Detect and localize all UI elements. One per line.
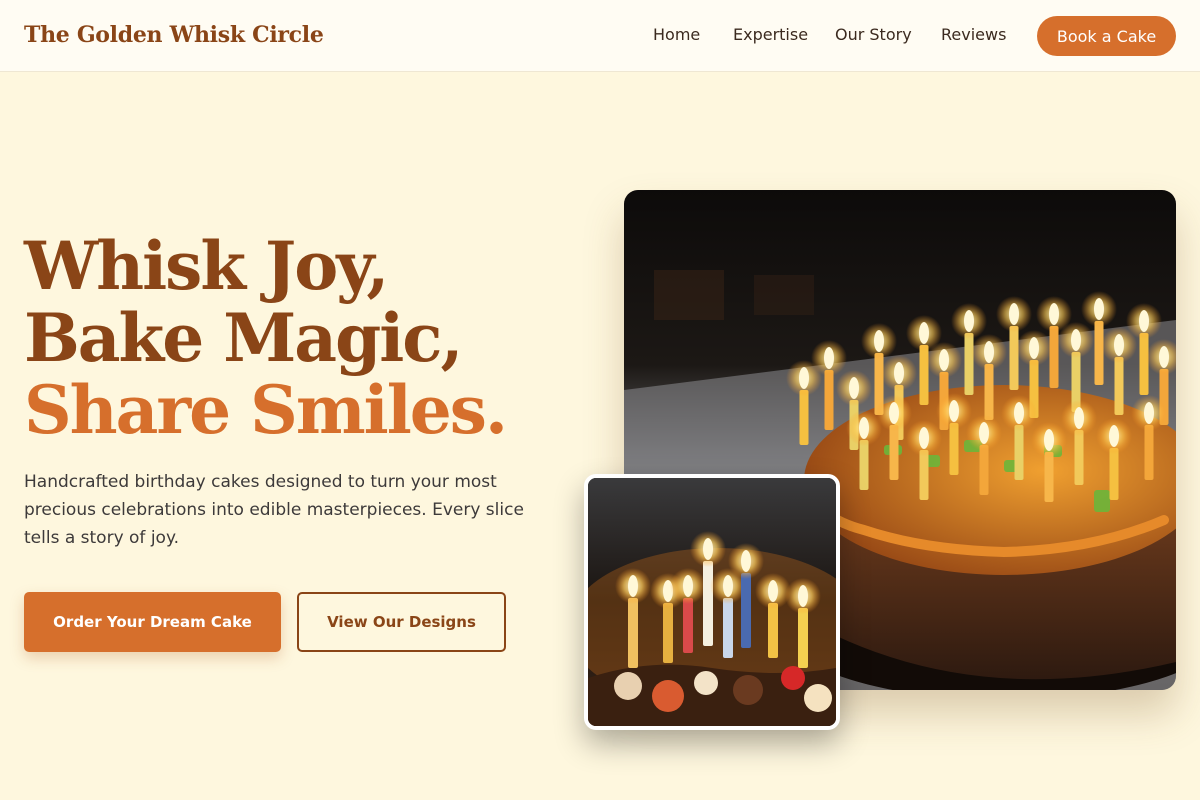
nav-link-our-story[interactable]: Our Story <box>835 25 912 44</box>
book-a-cake-button[interactable]: Book a Cake <box>1037 16 1176 56</box>
candles-closeup-illustration <box>588 478 836 726</box>
inset-candles-image <box>584 474 840 730</box>
brand-logo[interactable]: The Golden Whisk Circle <box>24 22 324 48</box>
navbar: The Golden Whisk Circle Home Expertise O… <box>0 0 1200 72</box>
nav-link-home[interactable]: Home <box>653 25 700 44</box>
view-designs-button[interactable]: View Our Designs <box>297 592 506 652</box>
headline-main-text: Whisk Joy, Bake Magic, <box>24 227 463 377</box>
headline-accent-text: Share Smiles. <box>24 371 508 449</box>
nav-link-reviews[interactable]: Reviews <box>941 25 1006 44</box>
hero-headline: Whisk Joy, Bake Magic, Share Smiles. <box>24 230 584 446</box>
nav-link-expertise[interactable]: Expertise <box>733 25 808 44</box>
hero-description: Handcrafted birthday cakes designed to t… <box>24 472 524 548</box>
order-dream-cake-button[interactable]: Order Your Dream Cake <box>24 592 281 652</box>
